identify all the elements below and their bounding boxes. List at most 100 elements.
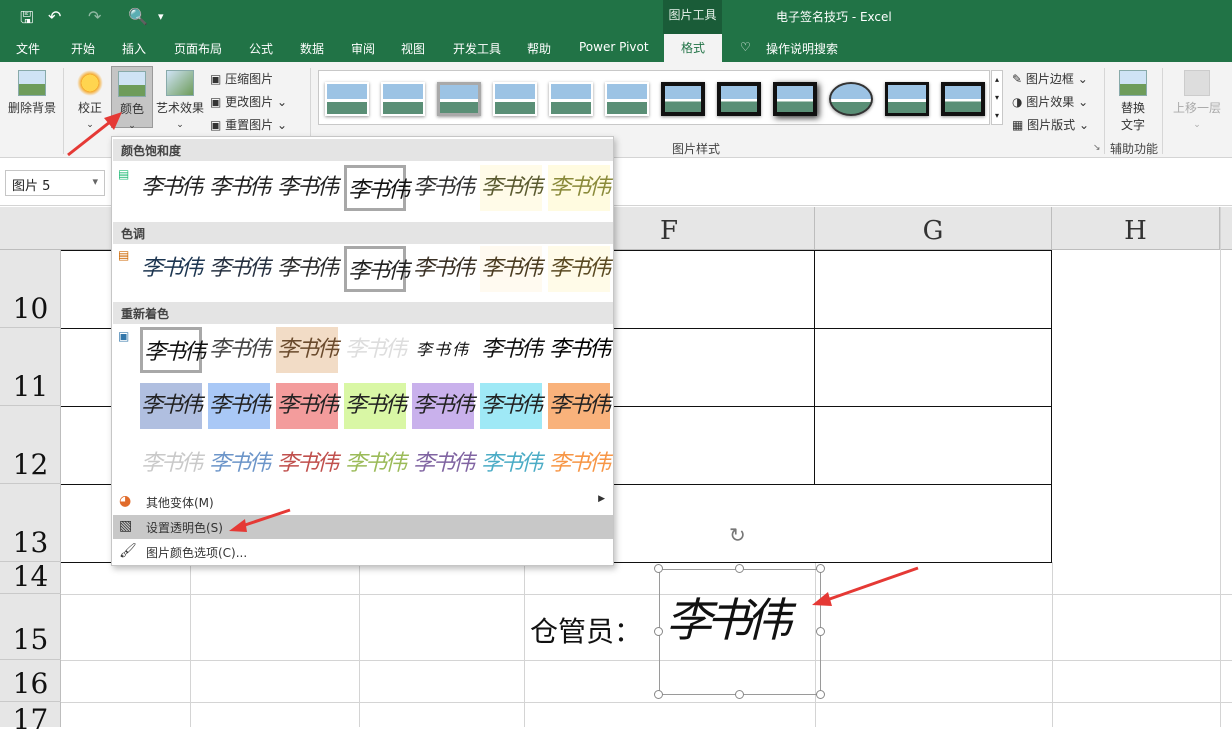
picture-style-7[interactable] [661, 82, 705, 116]
saturation-option-4[interactable]: 李书伟 [344, 165, 410, 211]
recolor-option-14[interactable]: 李书伟 [548, 383, 611, 429]
picture-layout-button[interactable]: ▦ 图片版式 ⌄ [1012, 116, 1089, 133]
resize-handle[interactable] [816, 690, 825, 699]
tab-data[interactable]: 数据 [300, 40, 324, 57]
picture-style-9[interactable] [773, 82, 817, 116]
picture-style-3[interactable] [437, 82, 481, 116]
resize-handle[interactable] [816, 627, 825, 636]
picture-style-8[interactable] [717, 82, 761, 116]
recolor-option-10[interactable]: 李书伟 [276, 383, 339, 429]
resize-handle[interactable] [654, 564, 663, 573]
remove-background-button[interactable]: 删除背景 [6, 70, 58, 116]
recolor-option-13[interactable]: 李书伟 [480, 383, 543, 429]
saturation-option-7[interactable]: 李书伟 [548, 165, 611, 211]
saturation-option-1[interactable]: 李书伟 [140, 165, 203, 211]
saturation-option-3[interactable]: 李书伟 [276, 165, 339, 211]
tab-file[interactable]: 文件 [16, 40, 40, 57]
saturation-option-6[interactable]: 李书伟 [480, 165, 543, 211]
dialog-launcher-icon[interactable]: ↘ [1093, 143, 1101, 153]
tone-option-1[interactable]: 李书伟 [140, 246, 203, 292]
picture-effects-button[interactable]: ◑ 图片效果 ⌄ [1012, 93, 1088, 110]
recolor-option-19[interactable]: 李书伟 [412, 441, 475, 487]
resize-handle[interactable] [654, 627, 663, 636]
tone-option-5[interactable]: 李书伟 [412, 246, 475, 292]
artistic-effects-button[interactable]: 艺术效果 ⌄ [155, 70, 205, 130]
recolor-option-11[interactable]: 李书伟 [344, 383, 407, 429]
recolor-option-21[interactable]: 李书伟 [548, 441, 611, 487]
name-box[interactable]: 图片 5 [5, 170, 105, 196]
tone-option-3[interactable]: 李书伟 [276, 246, 339, 292]
picture-style-4[interactable] [493, 82, 537, 116]
tab-page-layout[interactable]: 页面布局 [174, 40, 222, 57]
redo-icon[interactable]: ↷ [88, 7, 101, 26]
bring-forward-button[interactable]: 上移一层 ⌄ [1170, 70, 1224, 130]
undo-icon[interactable]: ↶ [48, 7, 61, 26]
tab-home[interactable]: 开始 [71, 40, 95, 57]
recolor-option-7[interactable]: 李书伟 [548, 327, 611, 373]
recolor-option-20[interactable]: 李书伟 [480, 441, 543, 487]
tone-option-4[interactable]: 李书伟 [344, 246, 410, 292]
set-transparent-color-item[interactable]: ▧ 设置透明色(S) [113, 515, 613, 539]
column-header-g[interactable]: G [815, 207, 1052, 250]
picture-styles-gallery[interactable] [318, 70, 990, 125]
tab-help[interactable]: 帮助 [527, 40, 551, 57]
reset-picture-button[interactable]: ▣ 重置图片 ⌄ [210, 116, 287, 133]
recolor-option-16[interactable]: 李书伟 [208, 441, 271, 487]
tab-developer[interactable]: 开发工具 [453, 40, 501, 57]
picture-style-5[interactable] [549, 82, 593, 116]
recolor-option-8[interactable]: 李书伟 [140, 383, 203, 429]
tell-me-search[interactable]: 操作说明搜索 [766, 40, 838, 57]
tone-option-2[interactable]: 李书伟 [208, 246, 271, 292]
tab-power-pivot[interactable]: Power Pivot [579, 40, 649, 54]
saturation-option-5[interactable]: 李书伟 [412, 165, 475, 211]
customize-qat-icon[interactable]: ▾ [158, 10, 164, 23]
signature-picture[interactable]: 李书伟 [659, 569, 821, 695]
picture-style-2[interactable] [381, 82, 425, 116]
tab-view[interactable]: 视图 [401, 40, 425, 57]
recolor-option-2[interactable]: 李书伟 [208, 327, 271, 373]
recolor-option-1[interactable]: 李书伟 [140, 327, 206, 373]
more-variants-item[interactable]: ◕ 其他变体(M) ▶ [113, 490, 613, 514]
recolor-option-17[interactable]: 李书伟 [276, 441, 339, 487]
column-header-h[interactable]: H [1052, 207, 1220, 250]
tone-option-6[interactable]: 李书伟 [480, 246, 543, 292]
picture-style-11[interactable] [885, 82, 929, 116]
recolor-option-6[interactable]: 李书伟 [480, 327, 543, 373]
picture-style-12[interactable] [941, 82, 985, 116]
recolor-option-15[interactable]: 李书伟 [140, 441, 203, 487]
picture-style-6[interactable] [605, 82, 649, 116]
picture-style-1[interactable] [325, 82, 369, 116]
row-header-13[interactable]: 13 [0, 484, 61, 562]
row-header-14[interactable]: 14 [0, 562, 61, 594]
recolor-option-5[interactable]: 李书伟 [412, 327, 474, 373]
row-header-15[interactable]: 15 [0, 594, 61, 660]
picture-border-button[interactable]: ✎ 图片边框 ⌄ [1012, 70, 1088, 87]
resize-handle[interactable] [654, 690, 663, 699]
resize-handle[interactable] [735, 564, 744, 573]
row-header-16[interactable]: 16 [0, 660, 61, 702]
recolor-option-9[interactable]: 李书伟 [208, 383, 271, 429]
rotate-handle-icon[interactable]: ↻ [729, 523, 746, 547]
row-header-10[interactable]: 10 [0, 250, 61, 328]
change-picture-button[interactable]: ▣ 更改图片 ⌄ [210, 93, 287, 110]
tone-option-7[interactable]: 李书伟 [548, 246, 611, 292]
resize-handle[interactable] [735, 690, 744, 699]
row-header-12[interactable]: 12 [0, 406, 61, 484]
save-icon[interactable]: 🖫 [20, 7, 34, 34]
compress-pictures-button[interactable]: ▣ 压缩图片 [210, 70, 273, 87]
alt-text-button[interactable]: 替换 文字 [1112, 70, 1154, 133]
saturation-option-2[interactable]: 李书伟 [208, 165, 271, 211]
picture-color-options-item[interactable]: 🖌 图片颜色选项(C)... [113, 540, 613, 564]
tab-formulas[interactable]: 公式 [249, 40, 273, 57]
tab-insert[interactable]: 插入 [122, 40, 146, 57]
row-header-17[interactable]: 17 [0, 702, 61, 736]
recolor-option-12[interactable]: 李书伟 [412, 383, 475, 429]
row-header-11[interactable]: 11 [0, 328, 61, 406]
tab-review[interactable]: 审阅 [351, 40, 375, 57]
print-preview-icon[interactable]: 🔍 [128, 7, 148, 26]
recolor-option-18[interactable]: 李书伟 [344, 441, 407, 487]
tab-format[interactable]: 格式 [664, 34, 722, 62]
recolor-option-3[interactable]: 李书伟 [276, 327, 339, 373]
recolor-option-4[interactable]: 李书伟 [344, 327, 407, 373]
gallery-scroll[interactable]: ▴ ▾ ▾ [991, 70, 1003, 125]
